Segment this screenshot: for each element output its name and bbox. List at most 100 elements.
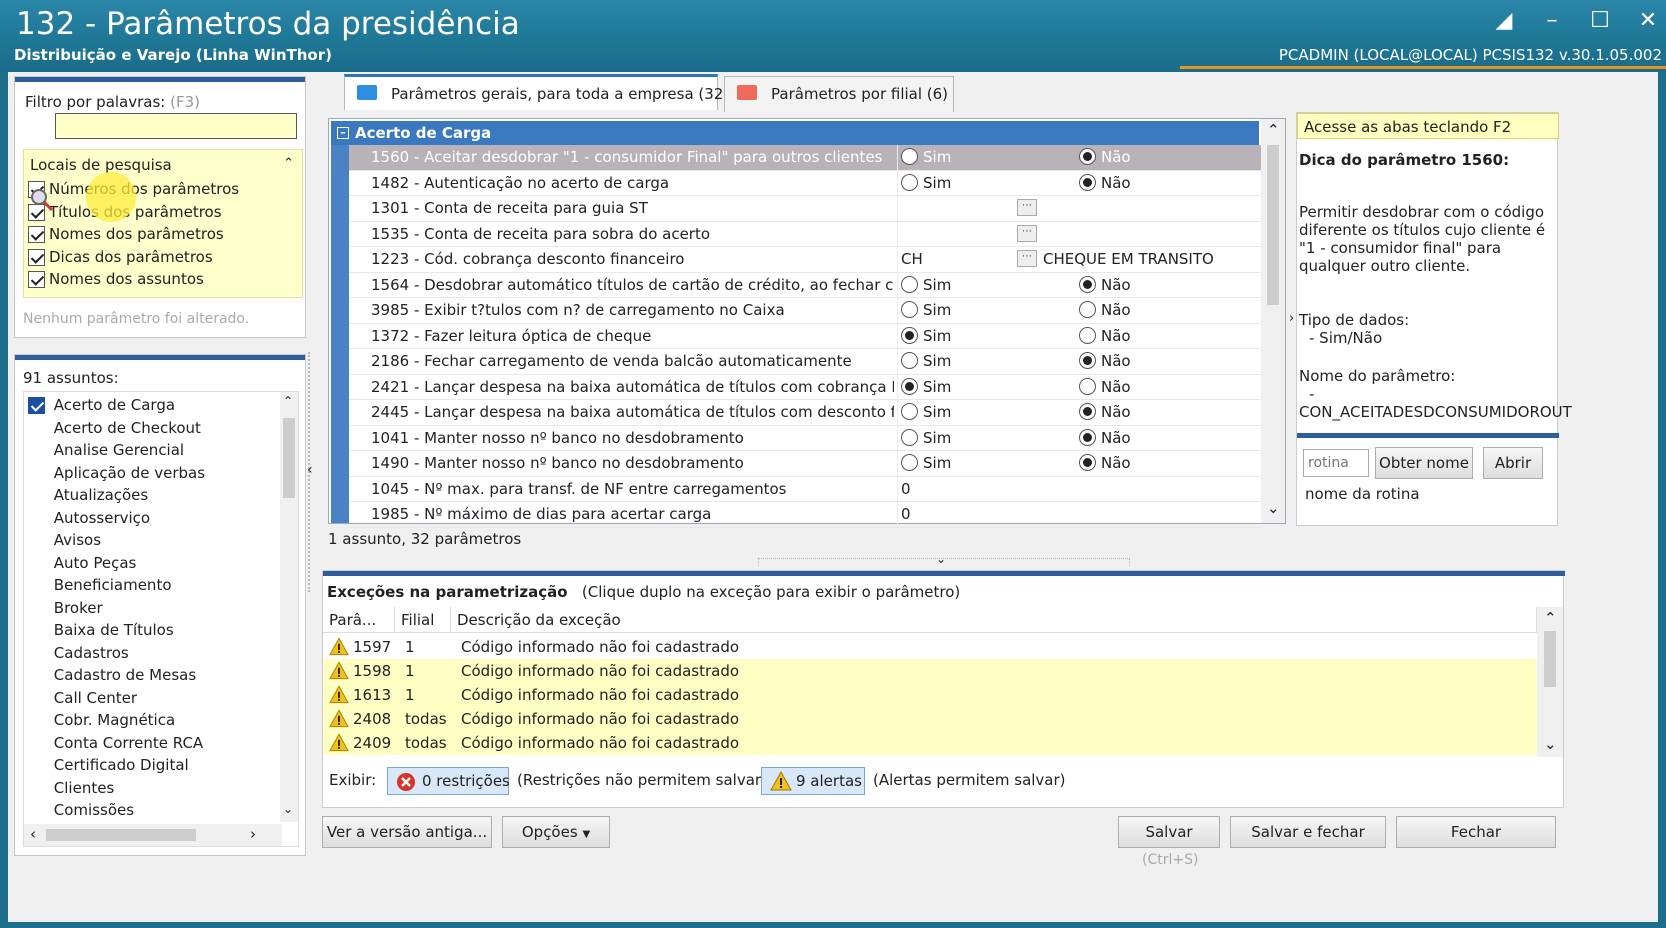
- parameter-row[interactable]: 2186 - Fechar carregamento de venda balc…: [349, 349, 1261, 375]
- close-icon[interactable]: ✕: [1636, 8, 1660, 33]
- scroll-right-icon[interactable]: ›: [250, 825, 256, 843]
- radio-nao[interactable]: Não: [1079, 352, 1131, 370]
- subjects-scrollbar[interactable]: ⌃ ⌄: [280, 392, 298, 822]
- chevron-right-icon[interactable]: ›: [1289, 311, 1294, 326]
- search-icon[interactable]: [30, 188, 54, 212]
- subject-item[interactable]: Avisos: [28, 529, 101, 551]
- checkbox[interactable]: [28, 226, 45, 243]
- subject-item[interactable]: Acerto de Checkout: [28, 417, 201, 439]
- parameter-row[interactable]: 1482 - Autenticação no acerto de carga Si…: [349, 170, 1261, 196]
- rotina-input[interactable]: [1303, 449, 1369, 477]
- radio-nao[interactable]: Não: [1079, 403, 1131, 421]
- parameter-row[interactable]: 2445 - Lançar despesa na baixa automátic…: [349, 400, 1261, 426]
- subject-item[interactable]: Atualizações: [28, 484, 148, 506]
- maximize-icon[interactable]: ☐: [1588, 8, 1612, 33]
- radio-nao[interactable]: Não: [1079, 326, 1131, 345]
- scroll-up-icon[interactable]: ⌃: [1267, 121, 1280, 139]
- radio-sim[interactable]: Sim: [901, 326, 951, 345]
- parameter-row[interactable]: 1223 - Cód. cobrança desconto financeiro…: [349, 247, 1261, 273]
- subject-item[interactable]: Beneficiamento: [28, 574, 172, 596]
- save-and-close-button[interactable]: Salvar e fechar: [1230, 816, 1386, 848]
- options-button[interactable]: Opções ▼: [502, 816, 610, 848]
- scroll-down-icon[interactable]: ⌄: [1267, 499, 1280, 517]
- save-button[interactable]: Salvar: [1118, 816, 1220, 848]
- radio-sim[interactable]: Sim: [901, 403, 951, 421]
- parameter-row[interactable]: 1564 - Desdobrar automático títulos de c…: [349, 272, 1261, 298]
- exceptions-scrollbar[interactable]: ⌃ ⌄: [1537, 607, 1563, 757]
- parameter-row[interactable]: 2421 - Lançar despesa na baixa automátic…: [349, 374, 1261, 400]
- restore-icon[interactable]: ◢: [1492, 8, 1516, 33]
- restrictions-toggle[interactable]: 0 restrições: [387, 767, 510, 795]
- number-value[interactable]: 0: [901, 505, 911, 523]
- radio-nao[interactable]: Não: [1079, 428, 1131, 447]
- minimize-icon[interactable]: –: [1540, 8, 1564, 33]
- parameter-row[interactable]: 1560 - Aceitar desdobrar "1 - consumidor…: [349, 145, 1261, 171]
- radio-sim[interactable]: Sim: [901, 301, 951, 319]
- scroll-down-icon[interactable]: ⌄: [283, 802, 293, 816]
- abrir-button[interactable]: Abrir: [1483, 447, 1543, 479]
- subject-item[interactable]: Analise Gerencial: [28, 439, 184, 461]
- radio-sim[interactable]: Sim: [901, 173, 951, 192]
- subject-item[interactable]: Cobr. Magnética: [28, 709, 175, 731]
- subjects-hscrollbar[interactable]: ‹ ›: [24, 824, 282, 846]
- radio-nao[interactable]: Não: [1079, 301, 1131, 319]
- parameter-row[interactable]: 1372 - Fazer leitura óptica de cheque Sim…: [349, 323, 1261, 349]
- subject-item[interactable]: Clientes: [28, 777, 114, 799]
- parameter-row[interactable]: 1045 - Nº max. para transf. de NF entre …: [349, 476, 1261, 502]
- radio-nao[interactable]: Não: [1079, 275, 1131, 294]
- radio-nao[interactable]: Não: [1079, 148, 1131, 166]
- collapse-icon[interactable]: ⌃: [283, 156, 294, 171]
- subject-item[interactable]: Broker: [28, 597, 103, 619]
- lookup-code[interactable]: CH: [901, 250, 923, 268]
- col-header-desc[interactable]: Descrição da exceção: [451, 607, 1537, 633]
- subject-item[interactable]: Comissões: [28, 799, 134, 821]
- collapse-left-icon[interactable]: ‹: [307, 462, 313, 478]
- scroll-up-icon[interactable]: ⌃: [283, 394, 293, 408]
- scroll-down-icon[interactable]: ⌄: [1544, 735, 1557, 753]
- exception-row[interactable]: 2408 todas Código informado não foi cadast…: [323, 707, 1537, 731]
- search-option[interactable]: Nomes dos assuntos: [28, 268, 204, 290]
- filter-input[interactable]: [55, 113, 297, 139]
- collapse-group-icon[interactable]: –: [337, 127, 349, 139]
- parameter-row[interactable]: 3985 - Exibir t?tulos com n? de carregam…: [349, 298, 1261, 324]
- tab-general[interactable]: Parâmetros gerais, para toda a empresa (…: [344, 74, 729, 110]
- radio-sim[interactable]: Sim: [901, 454, 951, 472]
- subject-item[interactable]: Call Center: [28, 687, 137, 709]
- collapse-down-icon[interactable]: ⌄: [936, 552, 946, 566]
- alerts-toggle[interactable]: 9 alertas: [761, 767, 865, 795]
- exception-row[interactable]: 2409 todas Código informado não foi cadast…: [323, 731, 1537, 755]
- obter-nome-button[interactable]: Obter nome: [1375, 447, 1473, 479]
- old-version-button[interactable]: Ver a versão antiga...: [322, 816, 492, 848]
- parameter-row[interactable]: 1490 - Manter nosso nº banco no desdobra…: [349, 451, 1261, 477]
- subject-item[interactable]: Auto Peças: [28, 552, 137, 574]
- col-header-param[interactable]: Parâ...: [323, 607, 395, 633]
- radio-sim[interactable]: Sim: [901, 148, 951, 166]
- lookup-button[interactable]: ⋯: [1017, 199, 1037, 216]
- parameter-row[interactable]: 1301 - Conta de receita para guia ST ⋯: [349, 196, 1261, 222]
- checkbox[interactable]: [28, 248, 45, 266]
- search-option[interactable]: Dicas dos parâmetros: [28, 246, 213, 268]
- scroll-up-icon[interactable]: ⌃: [1544, 609, 1557, 627]
- radio-sim[interactable]: Sim: [901, 352, 951, 370]
- checkbox[interactable]: [28, 397, 45, 414]
- scroll-left-icon[interactable]: ‹: [30, 825, 36, 843]
- subject-item[interactable]: Cadastro de Mesas: [28, 664, 196, 686]
- subject-item[interactable]: Acerto de Carga: [28, 394, 175, 416]
- radio-sim[interactable]: Sim: [901, 275, 951, 294]
- tab-branch[interactable]: Parâmetros por filial (6): [724, 76, 954, 112]
- exception-row[interactable]: 1597 1 Código informado não foi cadastrado: [323, 635, 1537, 659]
- radio-sim[interactable]: Sim: [901, 377, 951, 396]
- group-header[interactable]: – Acerto de Carga: [331, 121, 1259, 145]
- subject-item[interactable]: Certificado Digital: [28, 754, 189, 776]
- radio-nao[interactable]: Não: [1079, 377, 1131, 396]
- grid-scrollbar[interactable]: ⌃ ⌄: [1261, 119, 1285, 523]
- checkbox[interactable]: [28, 271, 45, 288]
- close-button[interactable]: Fechar: [1396, 816, 1556, 848]
- exception-row[interactable]: 1598 1 Código informado não foi cadastrado: [323, 659, 1537, 683]
- subject-item[interactable]: Autosserviço: [28, 507, 150, 529]
- number-value[interactable]: 0: [901, 480, 911, 498]
- parameter-row[interactable]: 1041 - Manter nosso nº banco no desdobra…: [349, 425, 1261, 451]
- parameter-row[interactable]: 1535 - Conta de receita para sobra do ac…: [349, 221, 1261, 247]
- subject-item[interactable]: Baixa de Títulos: [28, 619, 174, 641]
- radio-nao[interactable]: Não: [1079, 173, 1131, 192]
